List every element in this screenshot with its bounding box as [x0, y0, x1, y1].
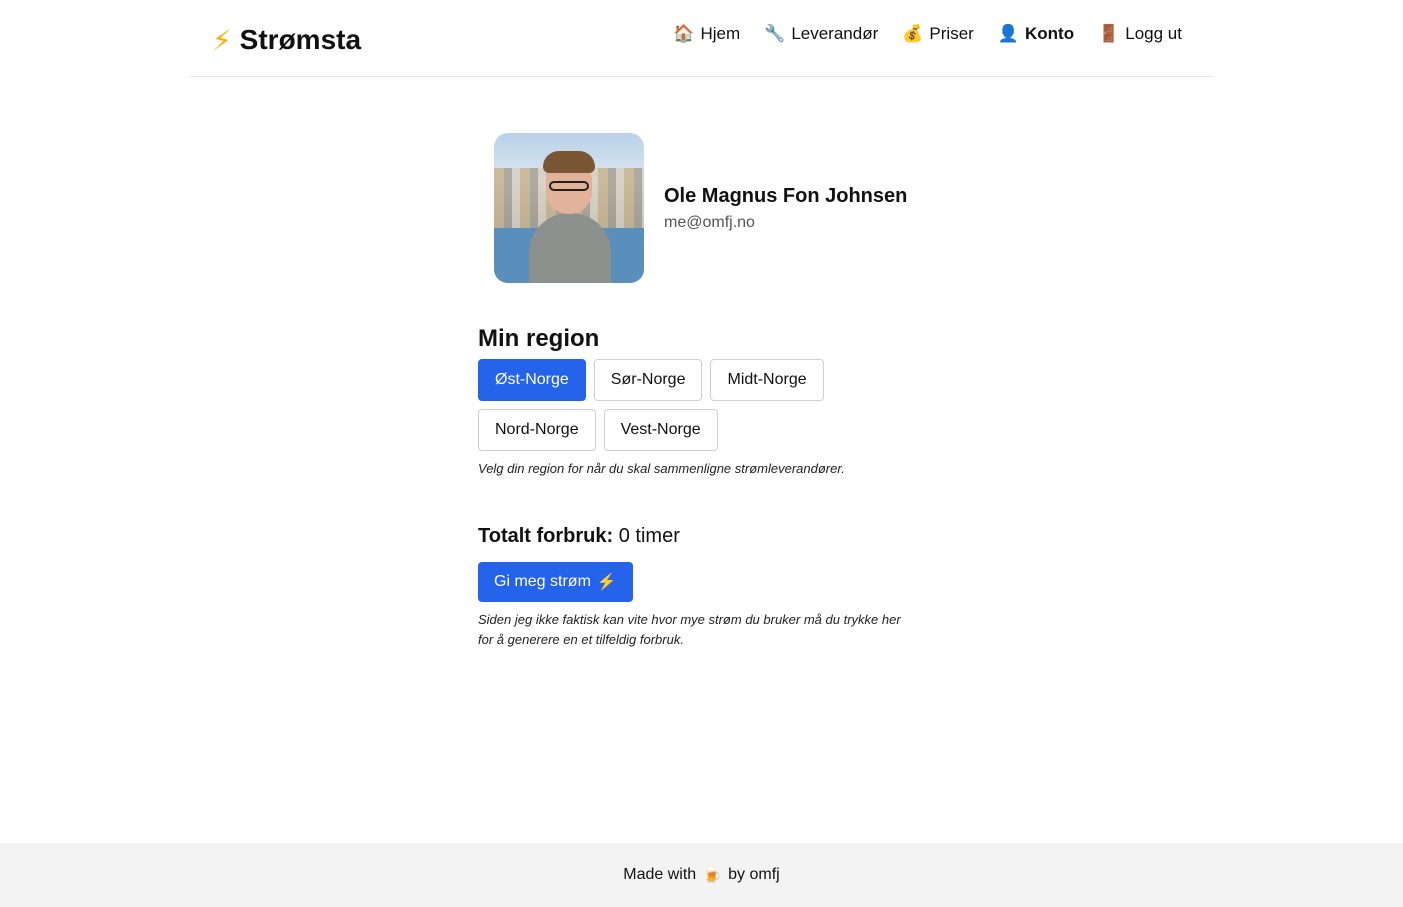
lightning-bolt-icon: ⚡ — [596, 574, 617, 591]
region-button-midt-norge[interactable]: Midt-Norge — [710, 359, 824, 401]
profile-info: Ole Magnus Fon Johnsen me@omfj.no — [664, 185, 907, 232]
region-title: Min region — [478, 325, 600, 352]
lightning-bolt-icon: ⚡ — [212, 24, 232, 56]
brand-logo[interactable]: ⚡ Strømsta — [212, 20, 361, 60]
nav-label: Hjem — [700, 24, 741, 43]
usage-label: Totalt forbruk: — [478, 525, 614, 547]
nav-item-leverandor[interactable]: 🔧 Leverandør — [764, 24, 878, 44]
region-button-vest-norge[interactable]: Vest-Norge — [603, 409, 718, 451]
nav-item-konto[interactable]: 👤 Konto — [998, 24, 1074, 44]
nav-label: Priser — [929, 24, 974, 43]
account-page: Ole Magnus Fon Johnsen me@omfj.no Min re… — [478, 133, 918, 650]
wrench-icon: 🔧 — [764, 24, 786, 43]
nav-label: Logg ut — [1125, 24, 1182, 43]
usage-summary: Totalt forbruk: 0 timer — [478, 525, 918, 548]
nav-label: Leverandør — [791, 24, 879, 43]
profile-name: Ole Magnus Fon Johnsen — [664, 184, 908, 207]
usage-hint: Siden jeg ikke faktisk kan vite hvor mye… — [478, 612, 901, 647]
door-icon: 🚪 — [1098, 24, 1120, 43]
nav-item-logg-ut[interactable]: 🚪 Logg ut — [1098, 24, 1182, 44]
region-button-ost-norge[interactable]: Øst-Norge — [478, 359, 586, 401]
region-hint: Velg din region for når du skal sammenli… — [478, 461, 845, 476]
footer-prefix: Made with — [623, 866, 697, 883]
money-bag-icon: 💰 — [902, 24, 924, 43]
beer-icon: 🍺 — [702, 867, 723, 884]
profile-card: Ole Magnus Fon Johnsen me@omfj.no — [494, 133, 918, 283]
brand-name: Strømsta — [239, 24, 362, 55]
generate-usage-button[interactable]: Gi meg strøm ⚡ — [478, 562, 633, 602]
generate-usage-label: Gi meg strøm — [494, 573, 591, 590]
profile-email: me@omfj.no — [664, 213, 755, 231]
region-selector: Øst-Norge Sør-Norge Midt-Norge Nord-Norg… — [478, 359, 858, 451]
usage-value: 0 timer — [618, 525, 680, 547]
main-nav: 🏠 Hjem 🔧 Leverandør 💰 Priser 👤 Konto 🚪 L… — [673, 24, 1182, 44]
nav-item-priser[interactable]: 💰 Priser — [902, 24, 974, 44]
footer-suffix: by omfj — [728, 866, 780, 883]
nav-item-hjem[interactable]: 🏠 Hjem — [673, 24, 740, 44]
region-button-sor-norge[interactable]: Sør-Norge — [593, 359, 703, 401]
avatar — [494, 133, 644, 283]
region-button-nord-norge[interactable]: Nord-Norge — [478, 409, 596, 451]
site-header: ⚡ Strømsta 🏠 Hjem 🔧 Leverandør 💰 Priser … — [190, 0, 1214, 77]
user-icon: 👤 — [997, 24, 1019, 43]
house-icon: 🏠 — [673, 24, 695, 43]
site-footer: Made with 🍺 by omfj — [0, 843, 1403, 907]
nav-label: Konto — [1025, 24, 1075, 43]
